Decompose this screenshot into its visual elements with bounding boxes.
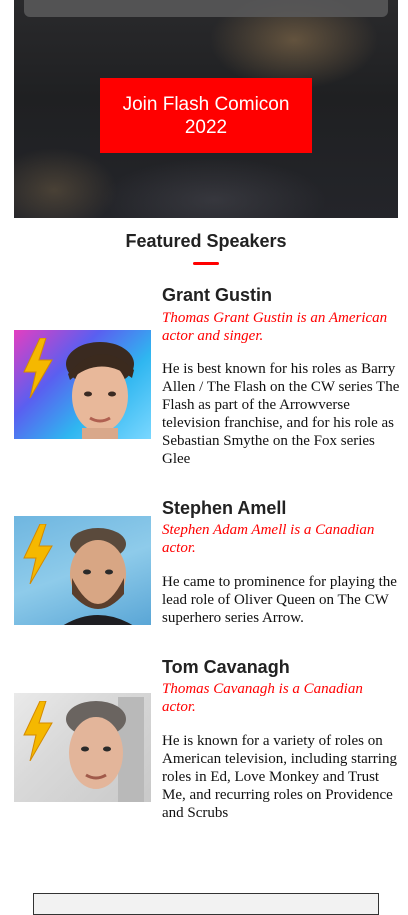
- speaker-photo: [14, 330, 151, 439]
- hero-banner: Join Flash Comicon 2022: [14, 0, 398, 218]
- speaker-photo: [14, 516, 151, 625]
- lightning-bolt-icon: [23, 338, 53, 398]
- title-underline: [193, 262, 219, 265]
- speaker-bio: He is best known for his roles as Barry …: [162, 361, 400, 467]
- speaker-name: Tom Cavanagh: [162, 657, 290, 677]
- join-comicon-button[interactable]: Join Flash Comicon 2022: [100, 78, 312, 153]
- speaker-photo: [14, 693, 151, 802]
- speaker-portrait: [63, 528, 133, 625]
- speaker-portrait: [66, 697, 144, 802]
- featured-speakers-title: Featured Speakers: [125, 231, 287, 251]
- speaker-name: Stephen Amell: [162, 498, 287, 518]
- speaker-bio: He is known for a variety of roles on Am…: [162, 733, 397, 821]
- speaker-bio: He came to prominence for playing the le…: [162, 574, 397, 626]
- speaker-name: Grant Gustin: [162, 285, 273, 305]
- speaker-tagline: Stephen Adam Amell is a Canadian actor.: [162, 522, 375, 556]
- speaker-tagline: Thomas Cavanagh is a Canadian actor.: [162, 681, 363, 715]
- speaker-portrait: [66, 342, 134, 439]
- speaker-tagline: Thomas Grant Gustin is an American actor…: [162, 310, 388, 344]
- lightning-bolt-icon: [23, 524, 53, 584]
- hero-top-bar: [24, 0, 388, 17]
- bottom-input-box[interactable]: [33, 893, 379, 915]
- lightning-bolt-icon: [23, 701, 53, 761]
